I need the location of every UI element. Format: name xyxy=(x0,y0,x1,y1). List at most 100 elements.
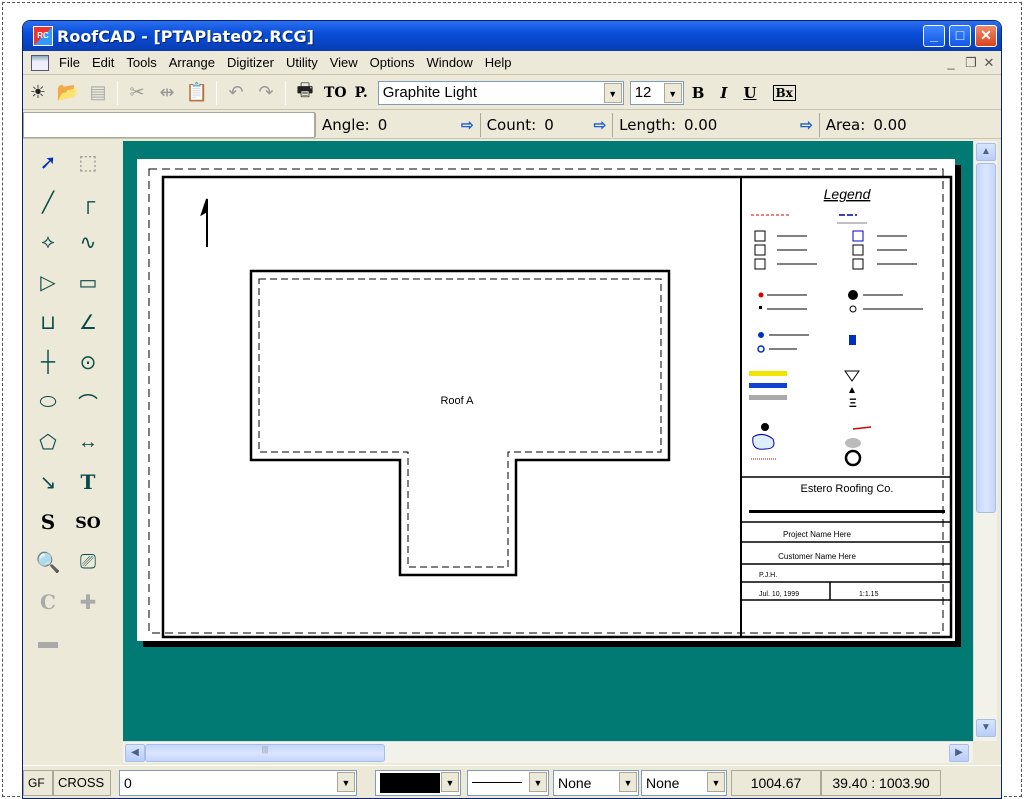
arc-tool-icon[interactable]: ⌒ xyxy=(73,387,103,417)
ellipse-tool-icon[interactable]: ⬭ xyxy=(33,387,63,417)
chevron-down-icon[interactable]: ▼ xyxy=(707,771,725,792)
window-title: RoofCAD - [PTAPlate02.RCG] xyxy=(57,26,314,46)
command-field[interactable] xyxy=(23,111,315,138)
cross-tool-icon[interactable]: ┼ xyxy=(33,347,63,377)
comment-icon[interactable]: ⎚ xyxy=(73,547,103,577)
scroll-right-icon[interactable]: ▶ xyxy=(949,744,969,762)
angle-tool-icon[interactable]: ∠ xyxy=(73,307,103,337)
chevron-down-icon[interactable]: ▼ xyxy=(337,771,355,792)
line-style-select[interactable]: ▼ xyxy=(467,769,549,796)
drawing-scale: 1:1.15 xyxy=(859,591,879,598)
menu-view[interactable]: View xyxy=(324,55,364,70)
close-button[interactable]: ✕ xyxy=(975,25,997,47)
scroll-down-icon[interactable]: ▼ xyxy=(976,719,996,737)
drawing-sheet[interactable]: Roof A Legend Ξ Estero Roofing Co. Proje… xyxy=(137,159,955,641)
menu-arrange[interactable]: Arrange xyxy=(163,55,221,70)
select-arrow-icon[interactable]: ➚ xyxy=(33,147,63,177)
rectangle-tool-icon[interactable]: ▭ xyxy=(73,267,103,297)
chevron-down-icon[interactable]: ▼ xyxy=(619,771,637,792)
so-tool-button[interactable]: SO xyxy=(73,507,103,537)
toolbar: ☀ 📂 ▤ ✂ ⇹ 📋 ↶ ↷ 🖶 TO P. Graphite Light ▼… xyxy=(23,76,1001,110)
paste-icon[interactable]: 📋 xyxy=(184,80,210,106)
chevron-down-icon[interactable]: ▼ xyxy=(663,82,682,103)
bx-button[interactable]: Bx xyxy=(772,84,796,101)
underline-button[interactable]: U xyxy=(743,84,756,102)
layer-select[interactable]: 0 ▼ xyxy=(119,769,357,796)
maximize-button[interactable]: □ xyxy=(949,25,971,47)
roofcad-app-icon[interactable]: RC xyxy=(33,26,53,46)
color-select[interactable]: ▼ xyxy=(375,769,461,796)
menu-file[interactable]: File xyxy=(53,55,86,70)
menu-window[interactable]: Window xyxy=(420,55,478,70)
doc-minimize-button[interactable]: _ xyxy=(943,55,959,71)
curve-tool-icon[interactable]: ∿ xyxy=(73,227,103,257)
size-select[interactable]: 12 ▼ xyxy=(629,80,684,105)
menu-options[interactable]: Options xyxy=(364,55,421,70)
document-icon[interactable] xyxy=(31,54,49,71)
chevron-down-icon[interactable]: ▼ xyxy=(441,771,459,792)
horizontal-scrollbar[interactable]: ◀ ||| ▶ xyxy=(123,741,973,763)
open-icon[interactable]: 📂 xyxy=(55,80,81,106)
undo-icon[interactable]: ↶ xyxy=(223,80,249,106)
vertical-scrollbar[interactable]: ▲ ▼ xyxy=(973,141,997,741)
doc-close-button[interactable]: ✕ xyxy=(981,55,997,71)
select-box-icon[interactable]: ⬚ xyxy=(73,147,103,177)
polygon-tool-icon[interactable]: ⟡ xyxy=(33,227,63,257)
menu-tools[interactable]: Tools xyxy=(120,55,162,70)
new-icon[interactable]: ☀ xyxy=(25,80,51,106)
length-value[interactable]: 0.00 xyxy=(684,116,717,134)
copy-icon[interactable]: ⇹ xyxy=(154,80,180,106)
vertical-scroll-thumb[interactable] xyxy=(976,163,996,513)
chevron-down-icon[interactable]: ▼ xyxy=(529,771,547,792)
minimize-button[interactable]: _ xyxy=(923,25,945,47)
arrow-icon[interactable]: ⇨ xyxy=(461,116,474,134)
freeform-tool-icon[interactable]: ⬠ xyxy=(33,427,63,457)
scroll-up-icon[interactable]: ▲ xyxy=(976,143,996,161)
text-tool-icon[interactable]: T xyxy=(73,467,103,497)
title-bar[interactable]: RC RoofCAD - [PTAPlate02.RCG] _ □ ✕ xyxy=(23,21,1001,51)
horizontal-scroll-thumb[interactable]: ||| xyxy=(145,744,385,762)
cross-indicator[interactable]: CROSS xyxy=(53,769,111,796)
gf-indicator[interactable]: GF xyxy=(23,769,53,796)
plus-icon[interactable]: ✚ xyxy=(73,587,103,617)
line-tool-icon[interactable]: ╱ xyxy=(33,187,63,217)
menu-utility[interactable]: Utility xyxy=(280,55,324,70)
scroll-left-icon[interactable]: ◀ xyxy=(125,744,145,762)
start-arrow-select[interactable]: None ▼ xyxy=(553,769,639,796)
save-icon[interactable]: ▤ xyxy=(85,80,111,106)
xy-readout: 39.40 : 1003.90 xyxy=(821,769,941,796)
s-tool-button[interactable]: S xyxy=(33,507,63,537)
to-button[interactable]: TO xyxy=(324,85,347,101)
arrow-icon[interactable]: ⇨ xyxy=(800,116,813,134)
zoom-icon[interactable]: 🔍 xyxy=(33,547,63,577)
c-tool-button[interactable]: C xyxy=(33,587,63,617)
menu-help[interactable]: Help xyxy=(479,55,518,70)
bracket-tool-icon[interactable]: ⊔ xyxy=(33,307,63,337)
bold-button[interactable]: B xyxy=(692,84,705,102)
count-value[interactable]: 0 xyxy=(544,116,554,134)
print-icon[interactable]: 🖶 xyxy=(292,80,318,106)
arrow-tool-icon[interactable]: ↘ xyxy=(33,467,63,497)
doc-restore-button[interactable]: ❐ xyxy=(963,55,979,71)
minus-icon[interactable]: ▬ xyxy=(33,627,63,657)
menu-edit[interactable]: Edit xyxy=(86,55,120,70)
end-arrow-select[interactable]: None ▼ xyxy=(641,769,727,796)
chevron-down-icon[interactable]: ▼ xyxy=(603,82,622,103)
count-field: Count: 0 xyxy=(479,112,588,137)
cut-icon[interactable]: ✂ xyxy=(124,80,150,106)
italic-button[interactable]: I xyxy=(720,84,727,102)
menu-digitizer[interactable]: Digitizer xyxy=(221,55,280,70)
angle-value[interactable]: 0 xyxy=(378,116,388,134)
project-name: Project Name Here xyxy=(783,530,852,539)
dimension-tool-icon[interactable]: ↔ xyxy=(73,427,103,457)
p-button[interactable]: P. xyxy=(355,85,368,101)
polyline-tool-icon[interactable]: ┌ xyxy=(73,187,103,217)
area-value[interactable]: 0.00 xyxy=(873,116,906,134)
drawing-canvas[interactable]: Roof A Legend Ξ Estero Roofing Co. Proje… xyxy=(123,141,973,741)
triangle-tool-icon[interactable]: ▷ xyxy=(33,267,63,297)
roof-a-outline[interactable] xyxy=(249,269,671,577)
circle-tool-icon[interactable]: ⊙ xyxy=(73,347,103,377)
arrow-icon[interactable]: ⇨ xyxy=(594,116,607,134)
redo-icon[interactable]: ↷ xyxy=(253,80,279,106)
font-select[interactable]: Graphite Light ▼ xyxy=(377,80,624,105)
